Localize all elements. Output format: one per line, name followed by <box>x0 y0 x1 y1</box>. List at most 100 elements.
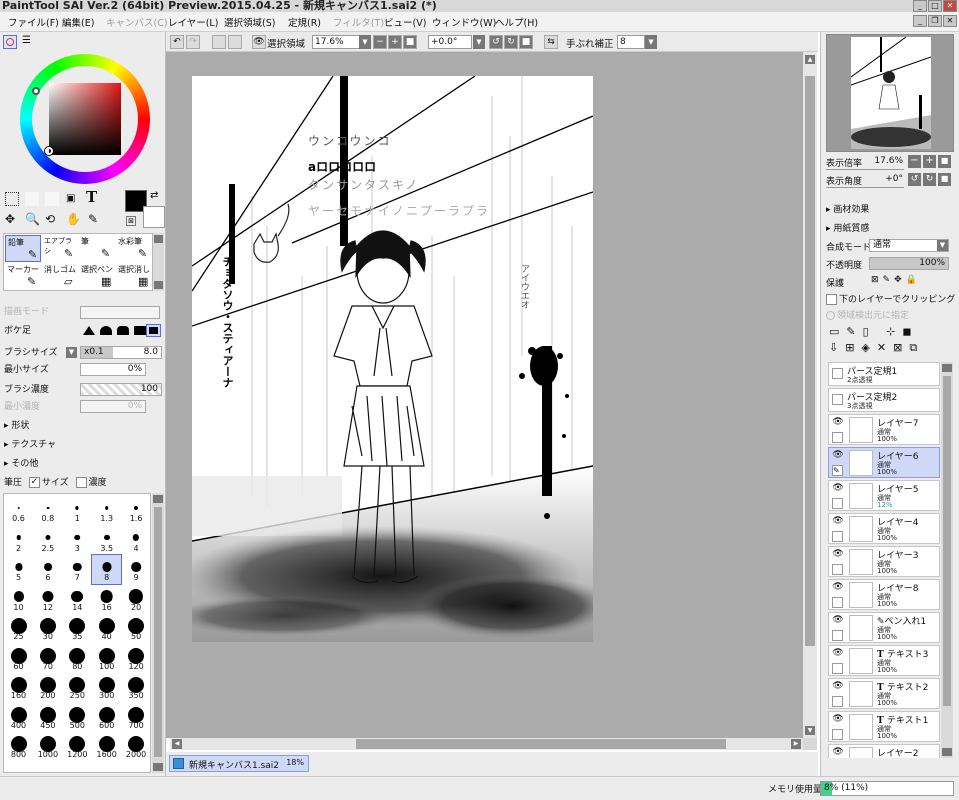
pressure-density-checkbox[interactable] <box>75 477 87 488</box>
saturation-square[interactable] <box>49 83 121 155</box>
zoom-reset-button[interactable]: ■ <box>403 35 417 49</box>
brush-size-option[interactable]: 400 <box>4 703 33 732</box>
menu-layer[interactable]: レイヤー(L) <box>168 15 218 29</box>
min-size-field[interactable]: 0% <box>80 363 146 376</box>
eyedropper-icon[interactable]: ✎ <box>88 212 98 226</box>
brush-size-option[interactable]: 600 <box>92 703 121 732</box>
layer-lock-checkbox[interactable] <box>832 696 843 707</box>
zoom-out-button[interactable]: − <box>373 35 387 49</box>
canvas-tab[interactable]: 新規キャンバス1.sai2 18% <box>169 755 309 772</box>
brush-size-option[interactable]: 2 <box>4 526 33 555</box>
density-slider[interactable]: 100 <box>80 383 162 396</box>
brush-eraser[interactable]: 消しゴム ▱ <box>42 263 78 290</box>
eye-icon[interactable]: 👁 <box>831 582 845 595</box>
nav-angle-slider[interactable] <box>826 187 904 188</box>
eye-icon[interactable]: 👁 <box>831 648 845 661</box>
brush-size-option[interactable]: 3.5 <box>92 526 121 555</box>
minimize-button[interactable]: _ <box>913 0 927 12</box>
rotation-field[interactable]: +0.0° <box>428 35 472 49</box>
size-mult-dropdown[interactable]: ▼ <box>66 347 77 358</box>
layer-lock-checkbox[interactable] <box>832 531 843 542</box>
canvas-viewport[interactable]: ウンコウンコ aロロロロロ タンサンタスキノ ヤーセモナイノニプーラプラ チョダ… <box>166 52 803 738</box>
rotation-dropdown[interactable]: ▼ <box>473 35 485 49</box>
eye-icon[interactable]: 👁 <box>831 747 845 758</box>
eye-icon[interactable]: 👁 <box>831 516 845 529</box>
brush-size-option[interactable]: 80 <box>63 644 92 673</box>
brush-size-option[interactable]: 70 <box>33 644 62 673</box>
brush-size-slider[interactable]: x0.1 8.0 <box>80 346 162 359</box>
layer-row[interactable]: 👁 T テキスト1 通常 100% <box>828 711 940 742</box>
layer-row[interactable]: 👁 レイヤー8 通常 100% <box>828 579 940 610</box>
texture-section[interactable]: ▸ テクスチャ <box>4 437 56 453</box>
brush-size-option[interactable]: 12 <box>33 585 62 614</box>
eye-icon[interactable]: 👁 <box>831 549 845 562</box>
clip-row[interactable]: 下のレイヤーでクリッピング <box>826 292 955 305</box>
layer-row[interactable]: 👁 ✎ レイヤー6 通常 100% <box>828 447 940 478</box>
doc-restore-button[interactable]: ❐ <box>928 15 942 27</box>
layer-action-buttons[interactable]: ▭✎▯ ⊹◼ ⇩⊞◈✕⊠⧉ <box>829 324 951 358</box>
eye-icon[interactable]: 👁 <box>831 450 845 463</box>
magic-wand-slot[interactable] <box>45 192 59 206</box>
brush-size-option[interactable]: 3 <box>63 526 92 555</box>
brush-airbrush[interactable]: エアブラシ ✎ <box>42 235 78 262</box>
brush-size-option[interactable]: 8 <box>91 554 123 585</box>
move-icon[interactable]: ✥ <box>5 212 15 226</box>
brush-size-option[interactable]: 200 <box>33 673 62 702</box>
brush-size-option[interactable]: 30 <box>33 614 62 643</box>
doc-close-button[interactable]: ✕ <box>943 15 957 27</box>
brush-size-option[interactable]: 500 <box>63 703 92 732</box>
brush-size-option[interactable]: 1.6 <box>122 496 150 525</box>
brush-size-option[interactable]: 6 <box>33 555 62 584</box>
rotate-tool-icon[interactable]: ⟲ <box>45 212 55 226</box>
other-section[interactable]: ▸ その他 <box>4 456 38 472</box>
canvas-vertical-scrollbar[interactable]: ▲ ▼ <box>803 52 817 738</box>
draw-mode-select[interactable] <box>80 306 160 319</box>
paper-effect-section[interactable]: ▸ 画材効果 <box>826 202 869 215</box>
zoom-in-button[interactable]: + <box>388 35 402 49</box>
color-list-tab[interactable]: ☰ <box>22 36 36 48</box>
ruler-layer-row[interactable]: パース定規2 3点透視 <box>828 388 940 412</box>
rotate-reset-button[interactable]: ■ <box>519 35 533 49</box>
hue-marker[interactable] <box>32 87 40 95</box>
brush-size-option[interactable]: 1600 <box>92 732 121 761</box>
layer-list-scrollbar[interactable] <box>941 362 953 758</box>
brush-marker[interactable]: マーカー ✎ <box>5 263 41 290</box>
select-none-button[interactable] <box>212 35 226 49</box>
layer-row[interactable]: 👁 ✎ペン入れ1 通常 100% <box>828 612 940 643</box>
layer-lock-checkbox[interactable] <box>832 597 843 608</box>
nav-zoom-out-button[interactable]: − <box>908 155 921 168</box>
nav-zoom-reset-button[interactable]: ■ <box>938 155 951 168</box>
ruler-visibility-checkbox[interactable] <box>832 394 843 405</box>
zoom-field[interactable]: 17.6% <box>312 35 360 49</box>
stabilizer-field[interactable]: 8 <box>617 35 645 49</box>
brush-size-option[interactable]: 1.3 <box>92 496 121 525</box>
blend-dropdown-icon[interactable]: ▼ <box>937 240 948 251</box>
brush-size-option[interactable]: 20 <box>122 585 150 614</box>
brush-pencil[interactable]: 鉛筆 ✎ <box>5 235 41 262</box>
menu-ruler[interactable]: 定規(R) <box>288 15 321 29</box>
menu-file[interactable]: ファイル(F) <box>8 15 59 29</box>
ruler-layer-row[interactable]: パース定規1 2点透視 <box>828 362 940 386</box>
menu-view[interactable]: ビュー(V) <box>384 15 426 29</box>
menu-selection[interactable]: 選択領域(S) <box>224 15 275 29</box>
brush-size-option[interactable]: 9 <box>122 555 150 584</box>
nav-zoom-in-button[interactable]: + <box>923 155 936 168</box>
brush-size-option[interactable]: 1000 <box>33 732 62 761</box>
min-density-field[interactable]: 0% <box>80 400 146 413</box>
zoom-dropdown[interactable]: ▼ <box>359 35 371 49</box>
layer-row[interactable]: 👁 T テキスト2 通常 100% <box>828 678 940 709</box>
brush-size-option[interactable]: 1200 <box>63 732 92 761</box>
doc-minimize-button[interactable]: _ <box>913 15 927 27</box>
lasso-tool-slot[interactable] <box>25 192 39 206</box>
opacity-slider[interactable]: 100% <box>869 257 949 270</box>
nav-rotate-right-button[interactable]: ↻ <box>923 173 936 186</box>
layer-lock-checkbox[interactable] <box>832 564 843 575</box>
tool-grid-scrollbar[interactable] <box>153 233 164 291</box>
brush-size-option[interactable]: 40 <box>92 614 121 643</box>
secondary-color-swatch[interactable] <box>143 206 165 228</box>
eye-icon[interactable]: 👁 <box>831 681 845 694</box>
brush-size-option[interactable]: 7 <box>63 555 92 584</box>
zoom-tool-icon[interactable]: 🔍 <box>25 212 40 226</box>
brush-size-option[interactable]: 5 <box>4 555 33 584</box>
brush-size-option[interactable]: 60 <box>4 644 33 673</box>
